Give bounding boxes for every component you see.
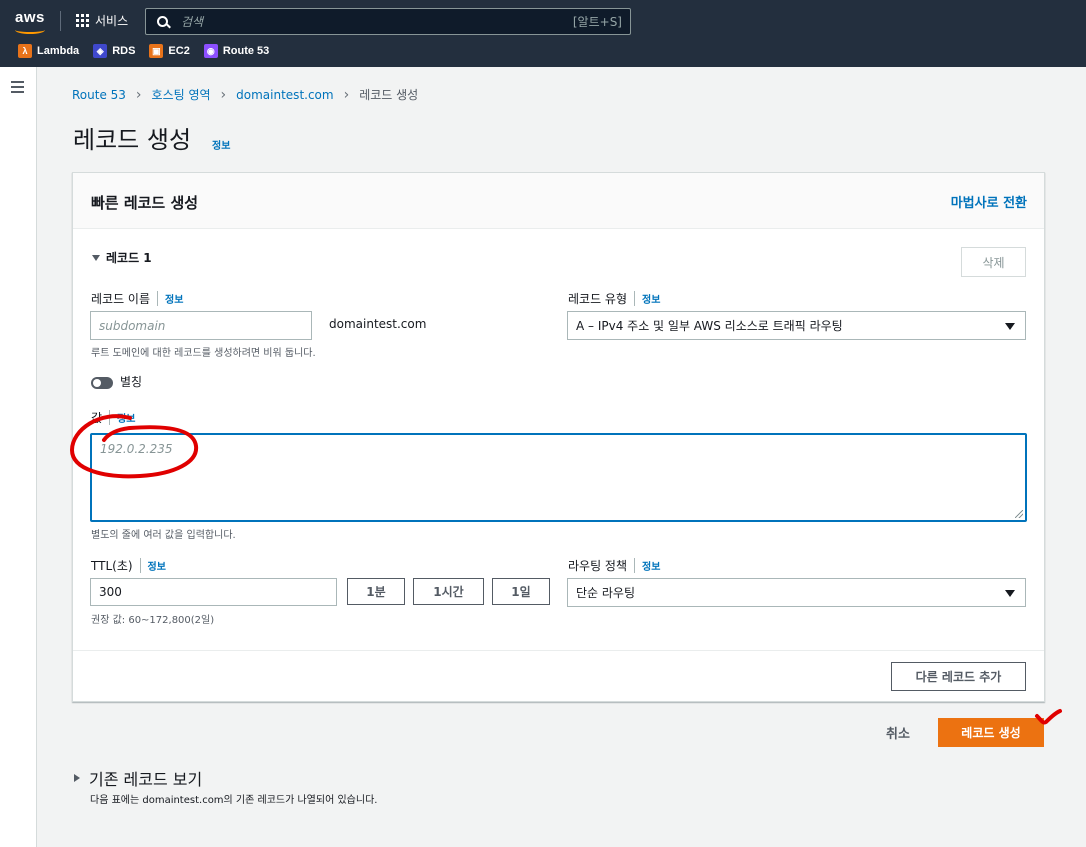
record-name-hint: 루트 도메인에 대한 레코드를 생성하려면 비워 둡니다. <box>91 348 316 359</box>
switch-to-wizard-link[interactable]: 마법사로 전환 <box>951 192 1027 211</box>
search-input[interactable]: 검색 [알트+S] <box>145 8 631 35</box>
caret-down-icon <box>1005 590 1015 597</box>
record-1-label: 레코드 1 <box>106 251 152 265</box>
chevron-right-icon: › <box>220 86 227 103</box>
ttl-1-day-button[interactable]: 1일 <box>492 578 550 605</box>
page-title: 레코드 생성 <box>73 126 192 154</box>
caret-right-icon <box>74 774 80 782</box>
favorite-label: RDS <box>112 45 136 57</box>
panel-title: 빠른 레코드 생성 <box>91 194 199 212</box>
favorite-ec2[interactable]: ▣ EC2 <box>149 44 190 58</box>
favorites-bar: λ Lambda ◈ RDS ▣ EC2 ◉ Route 53 <box>18 44 269 58</box>
top-navigation: aws 서비스 검색 [알트+S] λ Lambda ◈ RDS ▣ EC2 ◉… <box>0 0 1086 67</box>
menu-icon[interactable] <box>11 81 24 96</box>
page-info-link[interactable]: 정보 <box>212 137 230 152</box>
value-textarea[interactable]: 192.0.2.235 <box>90 433 1027 522</box>
value-hint: 별도의 줄에 여러 값을 입력합니다. <box>91 530 236 541</box>
existing-records-desc: 다음 표에는 domaintest.com의 기존 레코드가 나열되어 있습니다… <box>90 795 378 806</box>
ttl-hint: 권장 값: 60~172,800(2일) <box>91 615 215 626</box>
ttl-info-link[interactable]: 정보 <box>139 558 166 573</box>
services-menu-button[interactable]: 서비스 <box>76 12 128 29</box>
record-type-value: A – IPv4 주소 및 일부 AWS 리소스로 트래픽 라우팅 <box>576 319 843 333</box>
favorite-rds[interactable]: ◈ RDS <box>93 44 135 58</box>
record-type-select[interactable]: A – IPv4 주소 및 일부 AWS 리소스로 트래픽 라우팅 <box>567 311 1026 340</box>
search-shortcut: [알트+S] <box>572 15 622 29</box>
services-label: 서비스 <box>95 14 129 28</box>
chevron-right-icon: › <box>343 86 350 103</box>
routing-policy-label: 라우팅 정책 정보 <box>568 557 660 574</box>
breadcrumb-hosted-zones[interactable]: 호스팅 영역 <box>152 86 211 103</box>
routing-policy-select[interactable]: 단순 라우팅 <box>567 578 1026 607</box>
record-type-label: 레코드 유형 정보 <box>568 290 660 307</box>
panel-header: 빠른 레코드 생성 마법사로 전환 <box>73 173 1044 229</box>
view-existing-records-toggle[interactable]: 기존 레코드 보기 <box>74 766 202 790</box>
search-icon <box>157 15 169 28</box>
record-name-input[interactable]: subdomain <box>90 311 312 340</box>
aws-logo[interactable]: aws <box>15 9 45 26</box>
ttl-label-text: TTL(초) <box>91 559 133 573</box>
breadcrumb-route53[interactable]: Route 53 <box>72 88 126 102</box>
rds-icon: ◈ <box>93 44 108 58</box>
add-another-record-button[interactable]: 다른 레코드 추가 <box>891 662 1026 691</box>
divider <box>60 11 61 31</box>
aws-smile-icon <box>15 26 45 34</box>
routing-policy-label-text: 라우팅 정책 <box>568 559 628 573</box>
record-type-label-text: 레코드 유형 <box>568 292 628 306</box>
create-records-button[interactable]: 레코드 생성 <box>938 718 1044 747</box>
search-placeholder: 검색 <box>181 15 204 29</box>
routing-policy-value: 단순 라우팅 <box>576 586 636 600</box>
domain-suffix: domaintest.com <box>329 317 427 331</box>
grid-icon <box>76 14 89 27</box>
ttl-1-minute-button[interactable]: 1분 <box>347 578 405 605</box>
alias-label: 별칭 <box>120 375 143 389</box>
ttl-input[interactable]: 300 <box>90 578 337 606</box>
existing-records-title: 기존 레코드 보기 <box>89 770 203 789</box>
breadcrumb: Route 53 › 호스팅 영역 › domaintest.com › 레코드… <box>72 86 418 103</box>
record-name-label-text: 레코드 이름 <box>91 292 151 306</box>
record-name-label: 레코드 이름 정보 <box>91 290 183 307</box>
favorite-label: Lambda <box>37 45 80 57</box>
alias-toggle[interactable] <box>91 377 113 389</box>
cancel-button[interactable]: 취소 <box>886 723 910 742</box>
caret-down-icon <box>92 254 100 261</box>
breadcrumb-current: 레코드 생성 <box>359 88 419 102</box>
favorite-lambda[interactable]: λ Lambda <box>18 44 79 58</box>
favorite-label: Route 53 <box>222 45 270 57</box>
favorite-label: EC2 <box>168 45 190 57</box>
record-name-info-link[interactable]: 정보 <box>157 291 183 306</box>
delete-button[interactable]: 삭제 <box>961 247 1026 277</box>
value-label-text: 값 <box>91 411 103 425</box>
quick-create-panel: 빠른 레코드 생성 마법사로 전환 레코드 1 삭제 레코드 이름 정보 sub… <box>72 172 1045 702</box>
resize-handle-icon[interactable] <box>1015 510 1023 518</box>
record-type-info-link[interactable]: 정보 <box>634 291 660 306</box>
ttl-label: TTL(초) 정보 <box>91 557 166 574</box>
value-placeholder: 192.0.2.235 <box>100 442 173 456</box>
value-label: 값 정보 <box>91 409 135 426</box>
caret-down-icon <box>1005 323 1015 330</box>
record-1-toggle[interactable]: 레코드 1 <box>92 249 152 266</box>
divider <box>73 650 1044 651</box>
favorite-route53[interactable]: ◉ Route 53 <box>203 44 270 58</box>
chevron-right-icon: › <box>135 86 142 103</box>
lambda-icon: λ <box>18 44 32 58</box>
ttl-1-hour-button[interactable]: 1시간 <box>413 578 484 605</box>
sidebar <box>0 67 37 847</box>
routing-policy-info-link[interactable]: 정보 <box>634 558 660 573</box>
breadcrumb-domain[interactable]: domaintest.com <box>236 88 333 102</box>
route53-icon: ◉ <box>203 44 218 58</box>
value-info-link[interactable]: 정보 <box>109 410 135 425</box>
ec2-icon: ▣ <box>149 44 164 58</box>
